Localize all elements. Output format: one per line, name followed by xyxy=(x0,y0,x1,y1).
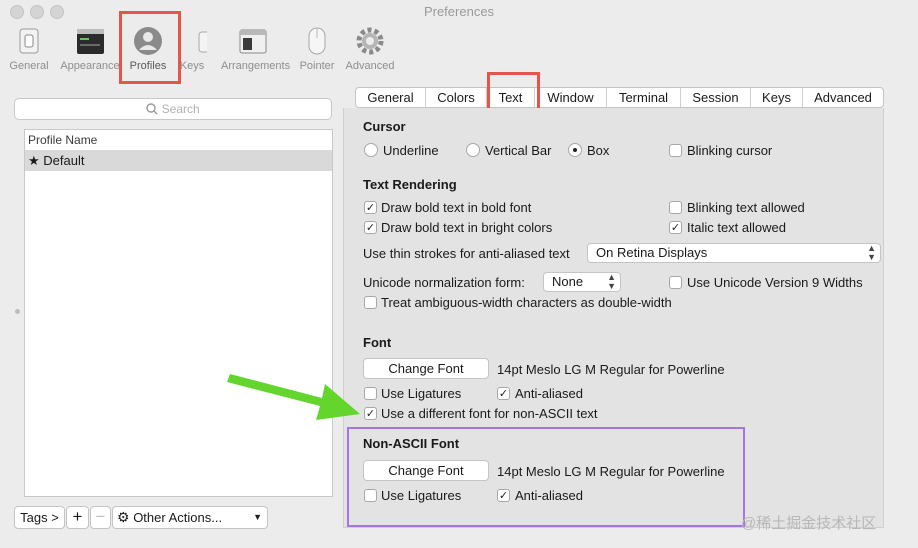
non-ascii-antialiased-checkbox[interactable]: ✓ xyxy=(497,489,510,502)
toolbar-arrangements[interactable]: Arrangements xyxy=(221,26,291,72)
chevron-down-icon: ▼ xyxy=(253,512,262,522)
tab-colors[interactable]: Colors xyxy=(426,88,487,107)
toolbar-label: Arrangements xyxy=(221,60,291,72)
toolbar-label: Advanced xyxy=(345,60,395,72)
unicode-normalization-label: Unicode normalization form: xyxy=(363,275,525,290)
unicode-v9-checkbox[interactable] xyxy=(669,276,682,289)
up-down-chevron-icon: ▲ ▼ xyxy=(867,243,876,262)
toolbar-keys[interactable]: ⌘ Keys xyxy=(160,26,224,72)
other-actions-label: Other Actions... xyxy=(133,510,223,525)
bold-font-checkbox[interactable]: ✓ xyxy=(364,201,377,214)
search-icon xyxy=(146,102,161,116)
gear-icon xyxy=(355,26,385,56)
ambiguous-width-checkbox[interactable] xyxy=(364,296,377,309)
blinking-text-label: Blinking text allowed xyxy=(687,200,805,215)
thin-strokes-label: Use thin strokes for anti-aliased text xyxy=(363,246,570,261)
gear-icon: ⚙ xyxy=(117,509,130,525)
split-view-handle[interactable] xyxy=(15,309,20,314)
font-ligatures-checkbox[interactable] xyxy=(364,387,377,400)
add-profile-button[interactable]: + xyxy=(66,506,89,529)
non-ascii-font-label: Use a different font for non-ASCII text xyxy=(381,406,598,421)
text-rendering-header: Text Rendering xyxy=(363,177,457,192)
cursor-underline-label: Underline xyxy=(383,143,439,158)
profile-row-default[interactable]: ★ Default xyxy=(25,151,332,171)
appearance-window-icon xyxy=(75,26,105,56)
profile-tabs: General Colors Text Window Terminal Sess… xyxy=(355,87,884,108)
non-ascii-ligatures-label: Use Ligatures xyxy=(381,488,462,503)
blinking-cursor-checkbox[interactable] xyxy=(669,144,682,157)
remove-profile-button[interactable]: − xyxy=(90,506,111,529)
profile-person-icon xyxy=(133,26,163,56)
font-description: 14pt Meslo LG M Regular for Powerline xyxy=(497,362,725,377)
unicode-v9-label: Use Unicode Version 9 Widths xyxy=(687,275,863,290)
tab-advanced[interactable]: Advanced xyxy=(803,88,883,107)
cursor-header: Cursor xyxy=(363,119,406,134)
tab-window[interactable]: Window xyxy=(535,88,607,107)
change-font-button[interactable]: Change Font xyxy=(363,358,489,379)
other-actions-menu[interactable]: ⚙ Other Actions... ▼ xyxy=(112,506,268,529)
unicode-normalization-value: None xyxy=(552,274,584,289)
arrangements-window-icon xyxy=(238,26,268,56)
cursor-underline-radio[interactable] xyxy=(364,143,378,157)
profile-list[interactable]: Profile Name ★ Default xyxy=(24,129,333,497)
tab-keys[interactable]: Keys xyxy=(751,88,803,107)
general-switch-icon xyxy=(14,26,44,56)
bold-bright-checkbox[interactable]: ✓ xyxy=(364,221,377,234)
bold-font-label: Draw bold text in bold font xyxy=(381,200,532,215)
non-ascii-change-font-button[interactable]: Change Font xyxy=(363,460,489,481)
bold-bright-label: Draw bold text in bright colors xyxy=(381,220,553,235)
font-antialiased-checkbox[interactable]: ✓ xyxy=(497,387,510,400)
command-key-icon: ⌘ xyxy=(177,26,220,56)
tab-general[interactable]: General xyxy=(356,88,426,107)
toolbar-general[interactable]: General xyxy=(0,26,61,72)
blinking-cursor-label: Blinking cursor xyxy=(687,143,773,158)
font-header: Font xyxy=(363,335,392,350)
unicode-normalization-select[interactable]: None ▲ ▼ xyxy=(543,272,621,292)
green-arrow-icon xyxy=(227,374,360,420)
non-ascii-ligatures-checkbox[interactable] xyxy=(364,489,377,502)
non-ascii-antialiased-label: Anti-aliased xyxy=(515,488,583,503)
cursor-vertical-bar-radio[interactable] xyxy=(466,143,480,157)
non-ascii-font-header: Non-ASCII Font xyxy=(363,436,460,451)
toolbar-appearance[interactable]: Appearance xyxy=(58,26,122,72)
search-placeholder: Search xyxy=(161,102,200,116)
italic-text-label: Italic text allowed xyxy=(687,220,786,235)
search-placeholder-row: Search xyxy=(15,99,331,119)
blinking-text-checkbox[interactable] xyxy=(669,201,682,214)
up-down-chevron-icon: ▲ ▼ xyxy=(607,272,616,291)
cursor-box-radio[interactable] xyxy=(568,143,582,157)
thin-strokes-select[interactable]: On Retina Displays ▲ ▼ xyxy=(587,243,881,263)
toolbar-advanced[interactable]: Advanced xyxy=(338,26,402,72)
profile-list-header[interactable]: Profile Name xyxy=(25,130,332,151)
toolbar-label: Keys xyxy=(179,60,205,72)
non-ascii-font-checkbox[interactable]: ✓ xyxy=(364,407,377,420)
ambiguous-width-label: Treat ambiguous-width characters as doub… xyxy=(381,295,672,310)
tab-session[interactable]: Session xyxy=(681,88,751,107)
thin-strokes-value: On Retina Displays xyxy=(596,245,708,260)
toolbar-label: General xyxy=(9,60,49,72)
non-ascii-font-description: 14pt Meslo LG M Regular for Powerline xyxy=(497,464,725,479)
italic-text-checkbox[interactable]: ✓ xyxy=(669,221,682,234)
tab-terminal[interactable]: Terminal xyxy=(607,88,681,107)
cursor-vertical-bar-label: Vertical Bar xyxy=(485,143,552,158)
font-antialiased-label: Anti-aliased xyxy=(515,386,583,401)
cursor-box-label: Box xyxy=(587,143,610,158)
font-ligatures-label: Use Ligatures xyxy=(381,386,462,401)
toolbar-label: Appearance xyxy=(60,60,120,72)
watermark-text: @稀土掘金技术社区 xyxy=(741,515,877,532)
mouse-icon xyxy=(302,26,332,56)
profile-search-field[interactable]: Search xyxy=(14,98,332,120)
tags-button[interactable]: Tags > xyxy=(14,506,65,529)
